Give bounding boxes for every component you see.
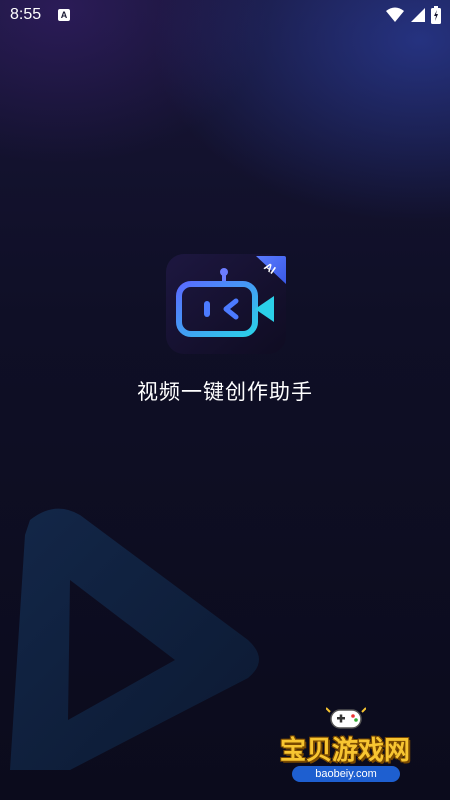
- watermark-title: 宝贝游戏网: [279, 736, 410, 766]
- signal-icon: [411, 8, 425, 22]
- battery-icon: [431, 6, 441, 24]
- gamepad-icon: [326, 707, 366, 729]
- background-play-shape: [10, 508, 259, 770]
- wifi-icon: [386, 7, 404, 22]
- watermark-url: baobeiy.com: [292, 766, 400, 782]
- notification-icon: A: [58, 9, 70, 21]
- app-name: 视频一键创作助手: [137, 380, 313, 404]
- status-time: 8:55: [10, 6, 42, 23]
- status-bar: 8:55 A: [0, 0, 450, 32]
- app-logo: AI: [166, 254, 286, 354]
- watermark: 宝贝游戏网 baobeiy.com: [270, 700, 420, 790]
